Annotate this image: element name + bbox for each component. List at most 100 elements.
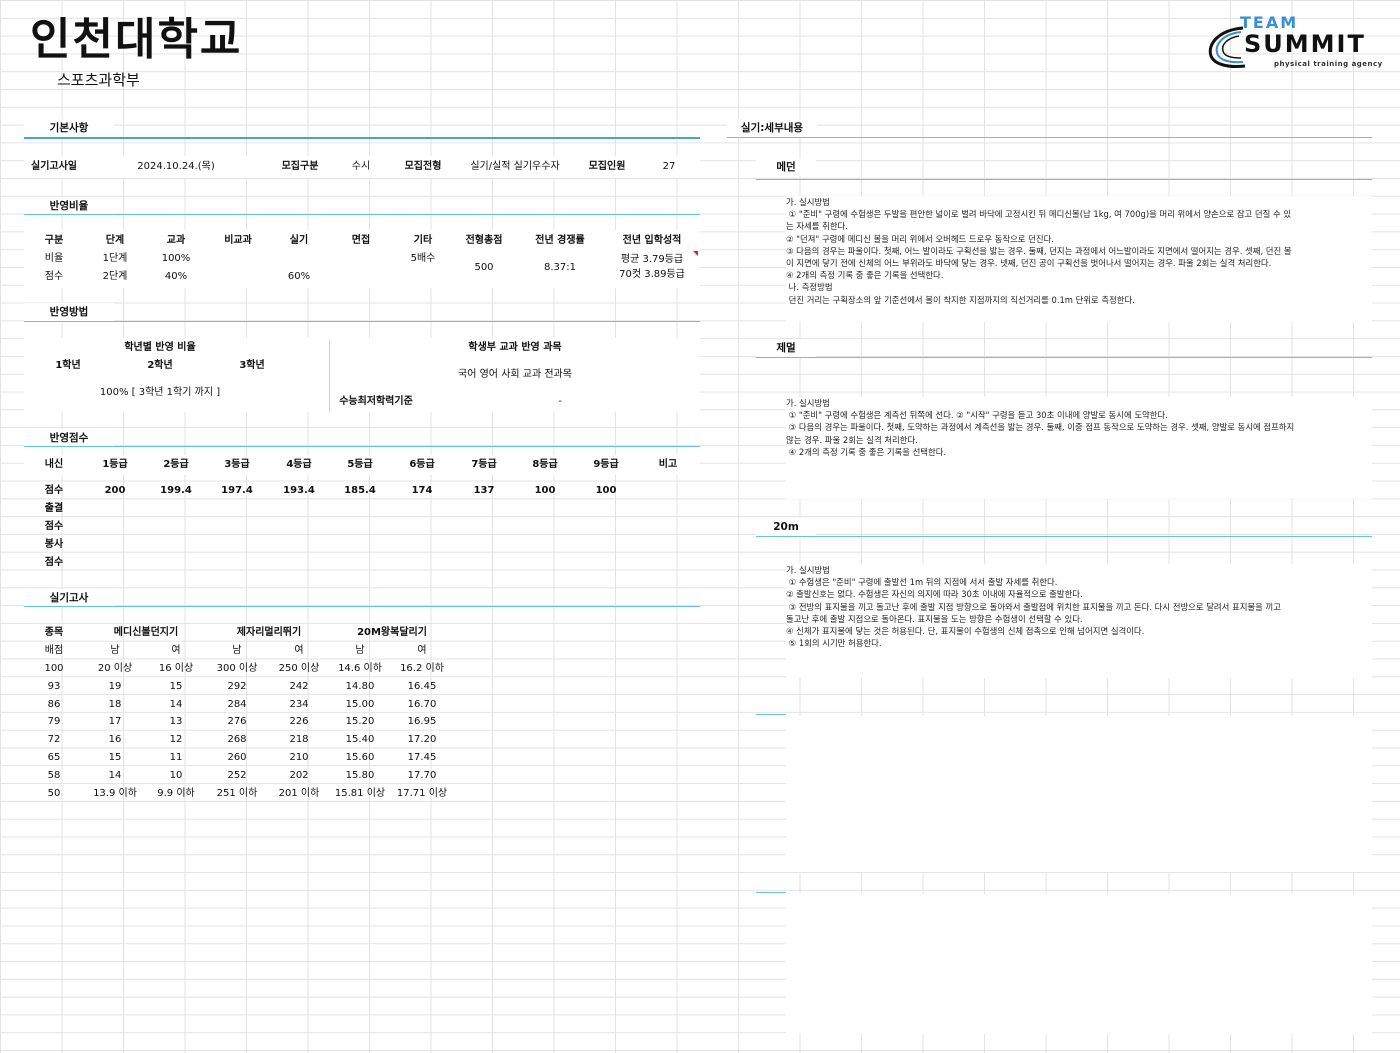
practical-cell-5-2: 11: [169, 752, 183, 763]
recruit-type-label: 모집구분: [281, 161, 319, 172]
practical-cell-4-5: 15.40: [345, 734, 375, 746]
practical-cell-7-2: 9.9 이하: [157, 787, 195, 799]
score-header-10: 비고: [658, 459, 678, 470]
practical-cell-6-4: 202: [289, 769, 309, 781]
practical-cell-3-0: 79: [47, 716, 61, 728]
practical-cell-3-5: 15.20: [345, 716, 375, 728]
practical-cell-6-3: 252: [227, 769, 247, 781]
practical-cell-0-1: 20 이상: [97, 663, 133, 674]
gender-0: 남: [110, 645, 120, 656]
practical-cell-4-4: 218: [289, 734, 309, 746]
detail-medicine-ball: 메던: [756, 158, 816, 176]
ratio-cell-0-4: [269, 250, 329, 268]
section-ratio-line: [24, 214, 700, 215]
subjects-value: 국어 영어 사회 교과 전과목: [458, 369, 572, 380]
grade-1: 1학년: [55, 360, 81, 371]
score-extra-1: 점수: [44, 521, 64, 532]
subjects-title: 학생부 교과 반영 과목: [468, 342, 562, 353]
ratio-cell-0-2: 100%: [161, 253, 191, 264]
practical-cell-7-6: 17.71 이상: [396, 787, 448, 799]
practical-cell-5-0: 65: [47, 752, 61, 763]
ratio-cell-0-1: 1단계: [102, 253, 128, 264]
section-detail: 실기:세부내용: [727, 119, 817, 137]
section-practical-line: [24, 606, 700, 607]
practical-cell-3-6: 16.95: [407, 716, 437, 728]
recruit-track-label: 모집전형: [404, 161, 442, 172]
practical-cell-1-2: 15: [169, 680, 183, 692]
exam-date-value: 2024.10.24.(목): [137, 161, 215, 172]
score-header-5: 5등급: [347, 459, 373, 470]
practical-cell-4-6: 17.20: [407, 734, 437, 746]
ratio-header-9: 전년 입학성적: [622, 235, 682, 246]
grade-3: 3학년: [239, 360, 265, 371]
practical-cell-4-1: 16: [108, 734, 122, 746]
practical-cell-2-5: 15.00: [345, 698, 375, 710]
practical-cell-0-4: 250 이상: [278, 663, 320, 674]
ratio-header-5: 면접: [351, 235, 371, 246]
practical-cell-4-2: 12: [169, 734, 183, 746]
csat-value: -: [558, 396, 562, 407]
ratio-header-7: 전형총점: [465, 235, 503, 246]
practical-cell-6-6: 17.70: [407, 769, 437, 781]
ratio-header-0: 구분: [44, 235, 64, 246]
section-basic-line: [24, 137, 700, 139]
score-header-2: 2등급: [163, 459, 189, 470]
ratio-cell-0-0: 비율: [44, 253, 64, 264]
score-header-0: 내신: [44, 459, 64, 470]
practical-cell-6-1: 14: [108, 769, 122, 781]
practical-cell-2-2: 14: [169, 698, 183, 710]
detail-20m: 20m: [756, 518, 816, 536]
score-label: 점수: [44, 485, 64, 496]
event-header: 종목: [44, 627, 64, 638]
practical-cell-4-0: 72: [47, 734, 61, 746]
practical-cell-2-6: 16.70: [407, 698, 437, 710]
detail-long-jump: 제멀: [756, 339, 816, 357]
ratio-header-4: 실기: [289, 235, 309, 246]
section-ratio: 반영비율: [24, 197, 114, 215]
score-header-4: 4등급: [286, 459, 312, 470]
practical-cell-1-4: 242: [289, 680, 309, 692]
score-value-7: 100: [534, 485, 556, 496]
detail-20m-text: 가. 실시방법 ① 수험생은 "준비" 구령에 출발선 1m 뒤의 지점에 서서…: [786, 564, 1372, 678]
practical-cell-4-3: 268: [227, 734, 247, 746]
recruit-type-value: 수시: [351, 161, 371, 172]
ratio-cell-1-6: [392, 268, 454, 286]
practical-cell-5-5: 15.60: [345, 752, 375, 763]
quota-value: 27: [662, 161, 676, 172]
ratio-cell-1-5: [330, 268, 392, 286]
score-header-7: 7등급: [471, 459, 497, 470]
practical-cell-7-1: 13.9 이하: [93, 787, 137, 799]
practical-cell-7-3: 251 이하: [216, 787, 258, 799]
ratio-header-3: 비교과: [224, 235, 252, 246]
score-value-4: 185.4: [344, 485, 376, 496]
section-method-line: [24, 321, 700, 322]
score-value-0: 200: [104, 485, 126, 496]
practical-cell-3-4: 226: [289, 716, 309, 728]
gender-2: 남: [232, 645, 242, 656]
comment-marker: [693, 251, 698, 256]
score-value-3: 193.4: [283, 485, 315, 496]
ratio-cell-1-2: 40%: [164, 271, 188, 282]
grade-2: 2학년: [147, 360, 173, 371]
event-1: 메디신볼던지기: [113, 627, 179, 638]
score-value-8: 100: [595, 485, 617, 496]
score-value-1: 199.4: [160, 485, 192, 496]
section-score-line: [24, 446, 700, 447]
ratio-cell-1-0: 점수: [44, 271, 64, 282]
practical-cell-3-2: 13: [169, 716, 183, 728]
practical-cell-6-2: 10: [169, 769, 183, 781]
score-header-6: 6등급: [409, 459, 435, 470]
section-score: 반영점수: [24, 429, 114, 447]
gender-1: 여: [171, 645, 181, 656]
ratio-cell-1-1: 2단계: [102, 271, 128, 282]
score-extra-2: 봉사: [44, 539, 64, 550]
ratio-header-1: 단계: [105, 235, 125, 246]
score-value-6: 137: [473, 485, 495, 496]
csat-label: 수능최저학력기준: [339, 396, 413, 407]
score-extra-3: 점수: [44, 557, 64, 568]
gender-5: 여: [417, 645, 427, 656]
practical-cell-1-0: 93: [47, 680, 61, 692]
practical-cell-5-3: 260: [227, 752, 247, 763]
practical-cell-1-6: 16.45: [407, 680, 437, 692]
section-practical: 실기고사: [24, 589, 114, 607]
